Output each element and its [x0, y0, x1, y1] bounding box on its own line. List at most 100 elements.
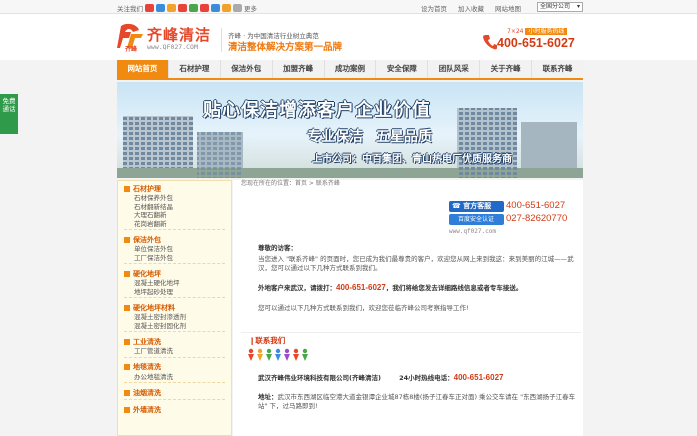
sidebar-divider	[124, 229, 225, 230]
nav-home[interactable]: 网站首页	[117, 60, 169, 78]
tencent-weibo-icon[interactable]	[211, 4, 220, 12]
more-label[interactable]: 更多	[244, 3, 257, 13]
square-bullet-icon	[124, 270, 130, 277]
sitemap-link[interactable]: 网站地图	[495, 3, 521, 13]
sidebar-heading[interactable]: 石材护理	[124, 183, 231, 194]
slogan-line-2: 清洁整体解决方案第一品牌	[228, 42, 343, 53]
company-hotline-number[interactable]: 400-651-6027	[454, 373, 504, 382]
sidebar-heading[interactable]: 外墙清洗	[124, 404, 231, 415]
sidebar-item[interactable]: 单位保洁外包	[124, 245, 231, 254]
sidebar-heading[interactable]: 硬化地坪材料	[124, 302, 231, 313]
service-badge: ☎ 官方客服 百度安全认证 400-651-6027 027-82620770 …	[449, 199, 579, 239]
greeting: 尊敬的访客：	[258, 244, 578, 253]
contact-heading-label: 联系我们	[255, 336, 286, 345]
intro-paragraph: 当您进入 "联系齐峰" 的页面时，您已成为我们最尊贵的客户，欢迎您从网上来到我这…	[258, 255, 574, 272]
nav-stone-care[interactable]: 石材护理	[169, 60, 221, 78]
nav-team[interactable]: 团队风采	[428, 60, 481, 78]
sidebar-divider	[124, 263, 225, 264]
hotline-box: 7×24 小时服务热线 400-651-6027	[483, 22, 583, 58]
sidebar-item[interactable]: 工厂保洁外包	[124, 254, 231, 263]
more-share-icon[interactable]	[233, 4, 242, 12]
sidebar-group: 硬化地坪 混凝土硬化地坪 地坪起砂处理	[118, 266, 231, 300]
sidebar-item[interactable]: 石材翻新结晶	[124, 203, 231, 212]
phone-icon: ☎	[452, 202, 461, 210]
sidebar-group: 油烟清洗	[118, 385, 231, 402]
hotline-number[interactable]: 400-651-6027	[497, 36, 575, 50]
visit-paragraph: 您可以通过以下几种方式联系到我们，欢迎您莅临齐峰公司考察指导工作!	[258, 304, 469, 312]
official-service-button[interactable]: ☎ 官方客服	[449, 201, 504, 212]
company-name: 武汉齐峰伟业环境科技有限公司(齐峰清洁)	[258, 374, 381, 382]
logo-icon[interactable]: 齐峰	[117, 22, 145, 52]
sidebar-item[interactable]: 混凝土密封渗透剂	[124, 313, 231, 322]
nav-cases[interactable]: 成功案例	[325, 60, 377, 78]
address-line: 地址：武汉市东西湖区临空港大道金银潭企业城87栋8楼(扬子江春车正对面) 乘公交…	[258, 393, 578, 411]
square-bullet-icon	[124, 304, 130, 311]
badge-phone-2: 027-82620770	[506, 213, 568, 224]
sidebar-item[interactable]: 地坪起砂处理	[124, 288, 231, 297]
sidebar-heading[interactable]: 工业清洗	[124, 336, 231, 347]
company-line: 武汉齐峰伟业环境科技有限公司(齐峰清洁) 24小时热线电话：400-651-60…	[258, 373, 578, 383]
sidebar-item[interactable]: 混凝土密封固化剂	[124, 322, 231, 331]
square-bullet-icon	[124, 338, 130, 345]
square-bullet-icon	[124, 406, 130, 413]
team-people-icon	[248, 348, 308, 361]
nav-safety[interactable]: 安全保障	[376, 60, 429, 78]
greeting-text: 尊敬的访客：	[258, 244, 297, 252]
sidebar-heading[interactable]: 硬化地坪	[124, 268, 231, 279]
sidebar-item[interactable]: 办公地毯清洗	[124, 373, 231, 382]
branch-select-value: 全国分公司	[540, 3, 571, 10]
logo-mark-text: 齐峰	[125, 45, 138, 52]
follow-us: 关注我们 更多	[117, 3, 257, 13]
banner-headline: 贴心保洁增添客户企业价值	[203, 100, 431, 121]
outoftown-prefix: 外地客户来武汉，请拨打：	[258, 284, 336, 292]
chevron-down-icon: ▾	[576, 3, 580, 10]
branch-select[interactable]: 全国分公司 ▾	[537, 2, 583, 12]
kaixin-icon[interactable]	[222, 4, 231, 12]
sidebar-heading[interactable]: 油烟清洗	[124, 387, 231, 398]
renren-icon[interactable]	[178, 4, 187, 12]
sidebar-divider	[124, 356, 225, 358]
sidebar-group: 外墙清洗	[118, 402, 231, 417]
wechat-icon[interactable]	[189, 4, 198, 12]
official-service-label: 官方客服	[463, 202, 492, 210]
hotline-tag: 7×24 小时服务热线	[507, 26, 568, 35]
logo-text[interactable]: 齐峰清洁	[147, 24, 211, 45]
sidebar-item[interactable]: 花岗岩翻新	[124, 220, 231, 229]
divider	[241, 332, 581, 333]
hotline-hours: 7×24	[507, 28, 524, 35]
sidebar-heading-label: 外墙清洗	[133, 405, 161, 414]
free-call-tab[interactable]: 免费 通话	[0, 94, 18, 134]
sidebar-heading[interactable]: 保洁外包	[124, 234, 231, 245]
qq-icon[interactable]	[156, 4, 165, 12]
sidebar-heading-label: 保洁外包	[133, 235, 161, 244]
set-home-link[interactable]: 设为首页	[421, 3, 447, 13]
sidebar-heading[interactable]: 地毯清洗	[124, 362, 231, 373]
badge-phone-1: 400-651-6027	[506, 200, 566, 211]
sidebar-group: 工业清洗 工厂管道清洗	[118, 334, 231, 360]
sidebar-item[interactable]: 工厂管道清洗	[124, 347, 231, 356]
sidebar-heading-label: 地毯清洗	[133, 363, 161, 371]
sidebar-item[interactable]: 混凝土硬化地坪	[124, 279, 231, 288]
sidebar-divider	[124, 399, 225, 400]
sidebar-group: 硬化地坪材料 混凝土密封渗透剂 混凝土密封固化剂	[118, 300, 231, 334]
sidebar-group: 地毯清洗 办公地毯清洗	[118, 360, 231, 386]
sidebar-item[interactable]: 大理石翻新	[124, 211, 231, 220]
baidu-verified-badge[interactable]: 百度安全认证	[449, 214, 504, 225]
nav-cleaning-outsource[interactable]: 保洁外包	[221, 60, 273, 78]
free-call-line-2: 通话	[2, 105, 16, 113]
contact-heading: ❙联系我们	[249, 336, 286, 345]
nav-contact[interactable]: 联系齐峰	[532, 60, 583, 78]
nav-franchise[interactable]: 加盟齐峰	[273, 60, 325, 78]
weibo-icon[interactable]	[145, 4, 154, 12]
douban-icon[interactable]	[200, 4, 209, 12]
top-bar: 关注我们 更多 设为首页 加入收藏 网站地图 全国分公司 ▾	[0, 0, 697, 14]
qzone-icon[interactable]	[167, 4, 176, 12]
outoftown-phone[interactable]: 400-651-6027	[336, 283, 386, 292]
square-bullet-icon	[124, 236, 130, 243]
sidebar-item[interactable]: 石材保养外包	[124, 194, 231, 203]
square-bullet-icon	[124, 364, 130, 370]
site-header: 齐峰 齐峰清洁 www.QF027.COM 齐峰 · 为中国清洁行业树立典范 清…	[0, 14, 697, 60]
nav-about[interactable]: 关于齐峰	[480, 60, 533, 78]
phone-icon	[483, 35, 497, 50]
add-favorite-link[interactable]: 加入收藏	[458, 3, 484, 13]
